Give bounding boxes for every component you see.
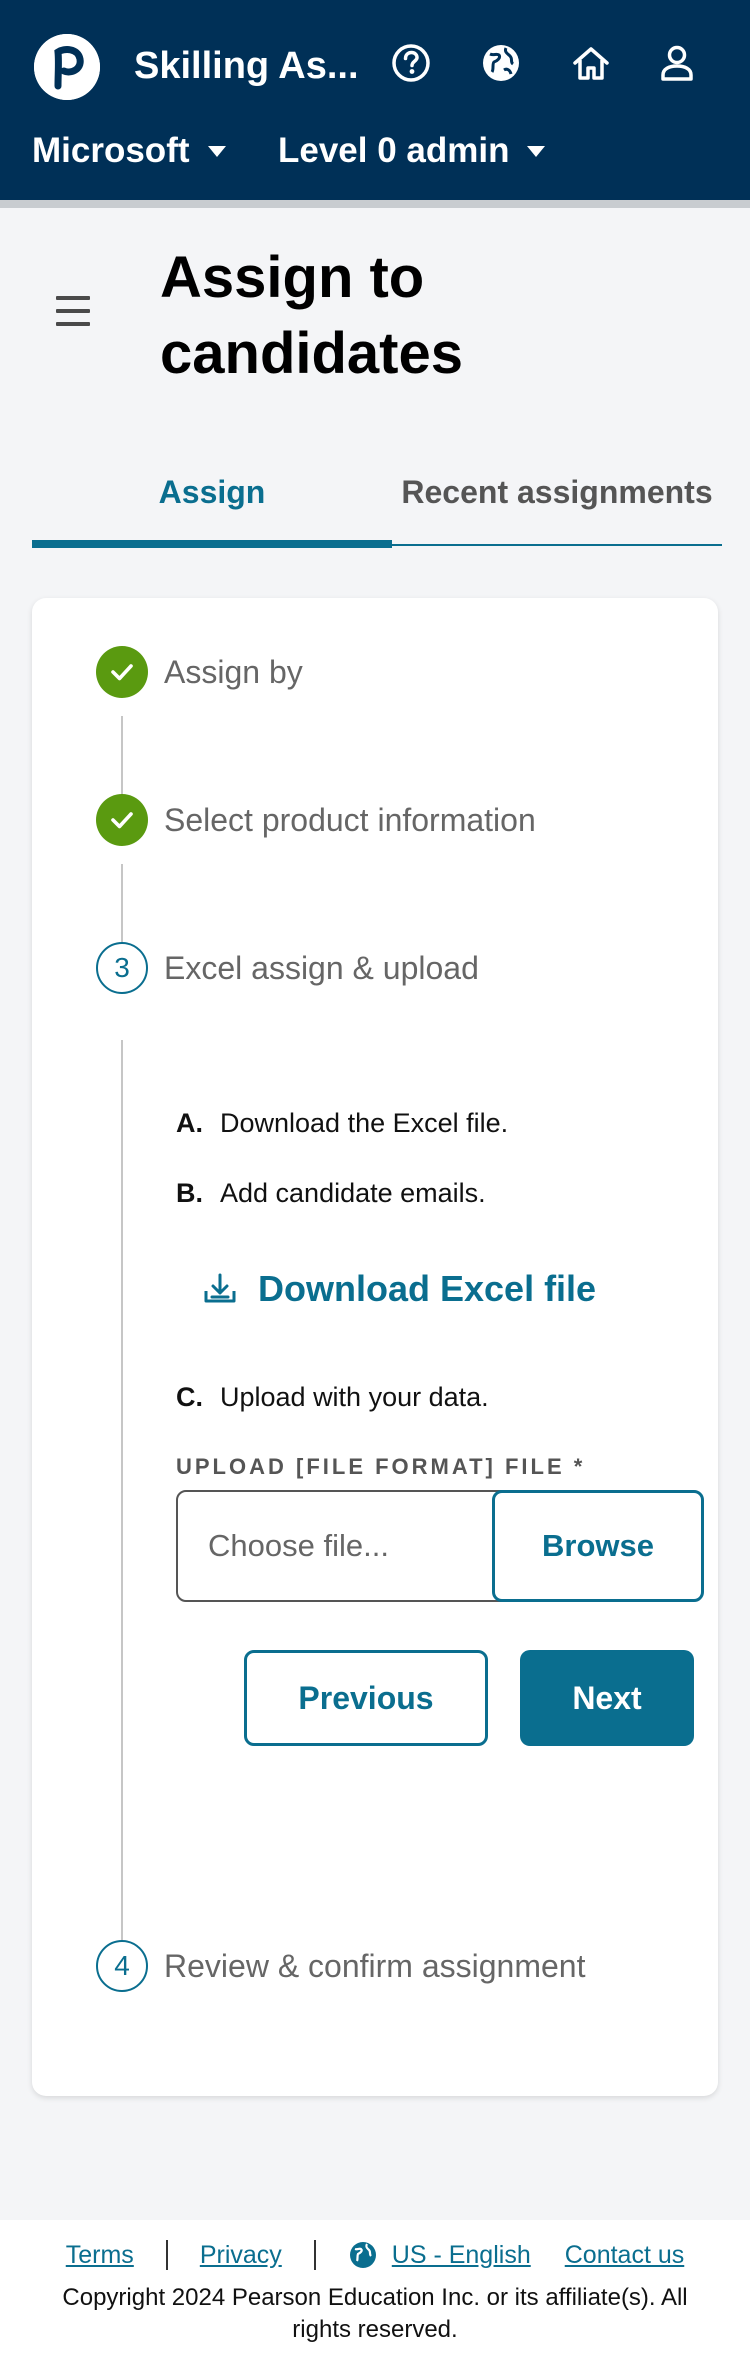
step-number: 4 [96,1940,148,1992]
caret-down-icon [527,145,546,157]
step-label: Select product information [164,801,536,838]
step-assign-by[interactable]: Assign by [96,646,303,698]
instruction-b: B. Add candidate emails. [176,1178,486,1208]
app-title[interactable]: Skilling As... [134,40,374,92]
language-link[interactable]: US - English [348,2240,531,2270]
step-connector [121,1040,123,1940]
instruction-c: C. Upload with your data. [176,1382,489,1412]
tab-assign[interactable]: Assign [32,440,392,544]
tab-active-indicator [32,540,392,548]
top-header: Skilling As... Microsoft Level 0 admin [0,0,750,200]
header-divider [0,200,750,208]
copyright-text: Copyright 2024 Pearson Education Inc. or… [62,2284,688,2343]
assign-stepper-card: Assign by Select product information 3 E… [32,598,718,2096]
browse-button[interactable]: Browse [492,1490,704,1602]
org-select[interactable]: Microsoft [32,126,226,176]
page-footer: Terms Privacy US - English Contact us Co… [0,2220,750,2356]
step-select-product[interactable]: Select product information [96,794,536,846]
next-button[interactable]: Next [520,1650,694,1746]
file-input[interactable] [178,1492,492,1600]
upload-field-label: UPLOAD [FILE FORMAT] FILE * [176,1454,586,1479]
download-icon [204,1273,236,1303]
footer-links: Terms Privacy US - English Contact us [0,2240,750,2270]
contact-us-link[interactable]: Contact us [565,2241,685,2270]
user-icon[interactable] [652,38,702,88]
checkmark-icon [96,646,148,698]
tab-bar: Assign Recent assignments [32,440,722,548]
previous-button[interactable]: Previous [244,1650,488,1746]
footer-divider [313,2240,316,2270]
step-review-confirm: 4 Review & confirm assignment [96,1940,585,1992]
pearson-logo-icon[interactable] [34,34,100,100]
globe-icon[interactable] [476,38,526,88]
step-number: 3 [96,942,148,994]
step-excel-upload: 3 Excel assign & upload [96,942,479,994]
role-select[interactable]: Level 0 admin [278,126,546,176]
globe-icon [349,2242,376,2268]
caret-down-icon [207,145,226,157]
terms-link[interactable]: Terms [66,2241,134,2270]
checkmark-icon [96,794,148,846]
tab-recent-assignments[interactable]: Recent assignments [392,440,722,544]
footer-divider [165,2240,168,2270]
privacy-link[interactable]: Privacy [200,2241,282,2270]
download-excel-link[interactable]: Download Excel file [202,1268,596,1310]
help-icon[interactable] [386,38,436,88]
step-label: Excel assign & upload [164,949,479,986]
page-title: Assign to candidates [160,245,463,386]
menu-icon[interactable] [56,296,90,326]
step-label: Review & confirm assignment [164,1947,586,1984]
step-label: Assign by [164,653,303,690]
home-icon[interactable] [566,38,616,88]
file-upload-control: Browse [176,1490,704,1602]
instruction-a: A. Download the Excel file. [176,1108,509,1138]
